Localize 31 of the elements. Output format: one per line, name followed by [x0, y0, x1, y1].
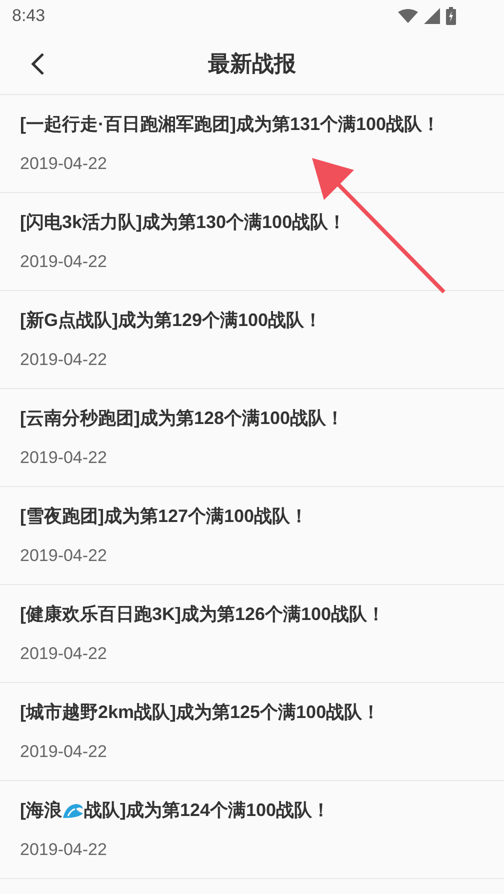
battery-icon: [446, 7, 456, 25]
report-date: 2019-04-22: [20, 447, 107, 469]
report-date: 2019-04-22: [20, 643, 107, 665]
report-headline: [云南分秒跑团]成为第128个满100战队！: [20, 406, 344, 430]
page-title: 最新战报: [208, 50, 296, 78]
report-item[interactable]: [新G点战队]成为第129个满100战队！ 2019-04-22: [0, 291, 504, 389]
back-icon: [31, 52, 45, 76]
report-headline: 战队]成为第124个满100战队！: [84, 798, 330, 822]
wave-icon: [62, 801, 84, 819]
report-headline: [海浪: [20, 798, 62, 822]
status-time: 8:43: [12, 5, 46, 28]
report-headline: [雪夜跑团]成为第127个满100战队！: [20, 504, 308, 528]
report-date: 2019-04-22: [20, 741, 107, 763]
report-headline: [健康欢乐百日跑3K]成为第126个满100战队！: [20, 602, 386, 626]
signal-icon: [424, 8, 440, 24]
report-headline: [城市越野2km战队]成为第125个满100战队！: [20, 700, 380, 724]
report-date: 2019-04-22: [20, 251, 107, 273]
report-date: 2019-04-22: [20, 839, 107, 861]
wifi-icon: [398, 9, 418, 23]
report-headline: [闪电3k活力队]成为第130个满100战队！: [20, 210, 346, 234]
report-item[interactable]: [雪夜跑团]成为第127个满100战队！ 2019-04-22: [0, 487, 504, 585]
report-date: 2019-04-22: [20, 153, 107, 175]
report-item[interactable]: [闪电3k活力队]成为第130个满100战队！ 2019-04-22: [0, 193, 504, 291]
report-date: 2019-04-22: [20, 545, 107, 567]
report-date: 2019-04-22: [20, 349, 107, 371]
report-headline: [新G点战队]成为第129个满100战队！: [20, 308, 322, 332]
report-item[interactable]: [海浪 战队]成为第124个满100战队！ 2019-04-22: [0, 781, 504, 879]
report-item[interactable]: [云南分秒跑团]成为第128个满100战队！ 2019-04-22: [0, 389, 504, 487]
report-item[interactable]: [城市越野2km战队]成为第125个满100战队！ 2019-04-22: [0, 683, 504, 781]
report-headline: [一起行走·百日跑湘军跑团]成为第131个满100战队！: [20, 112, 440, 136]
report-item[interactable]: [健康欢乐百日跑3K]成为第126个满100战队！ 2019-04-22: [0, 585, 504, 683]
